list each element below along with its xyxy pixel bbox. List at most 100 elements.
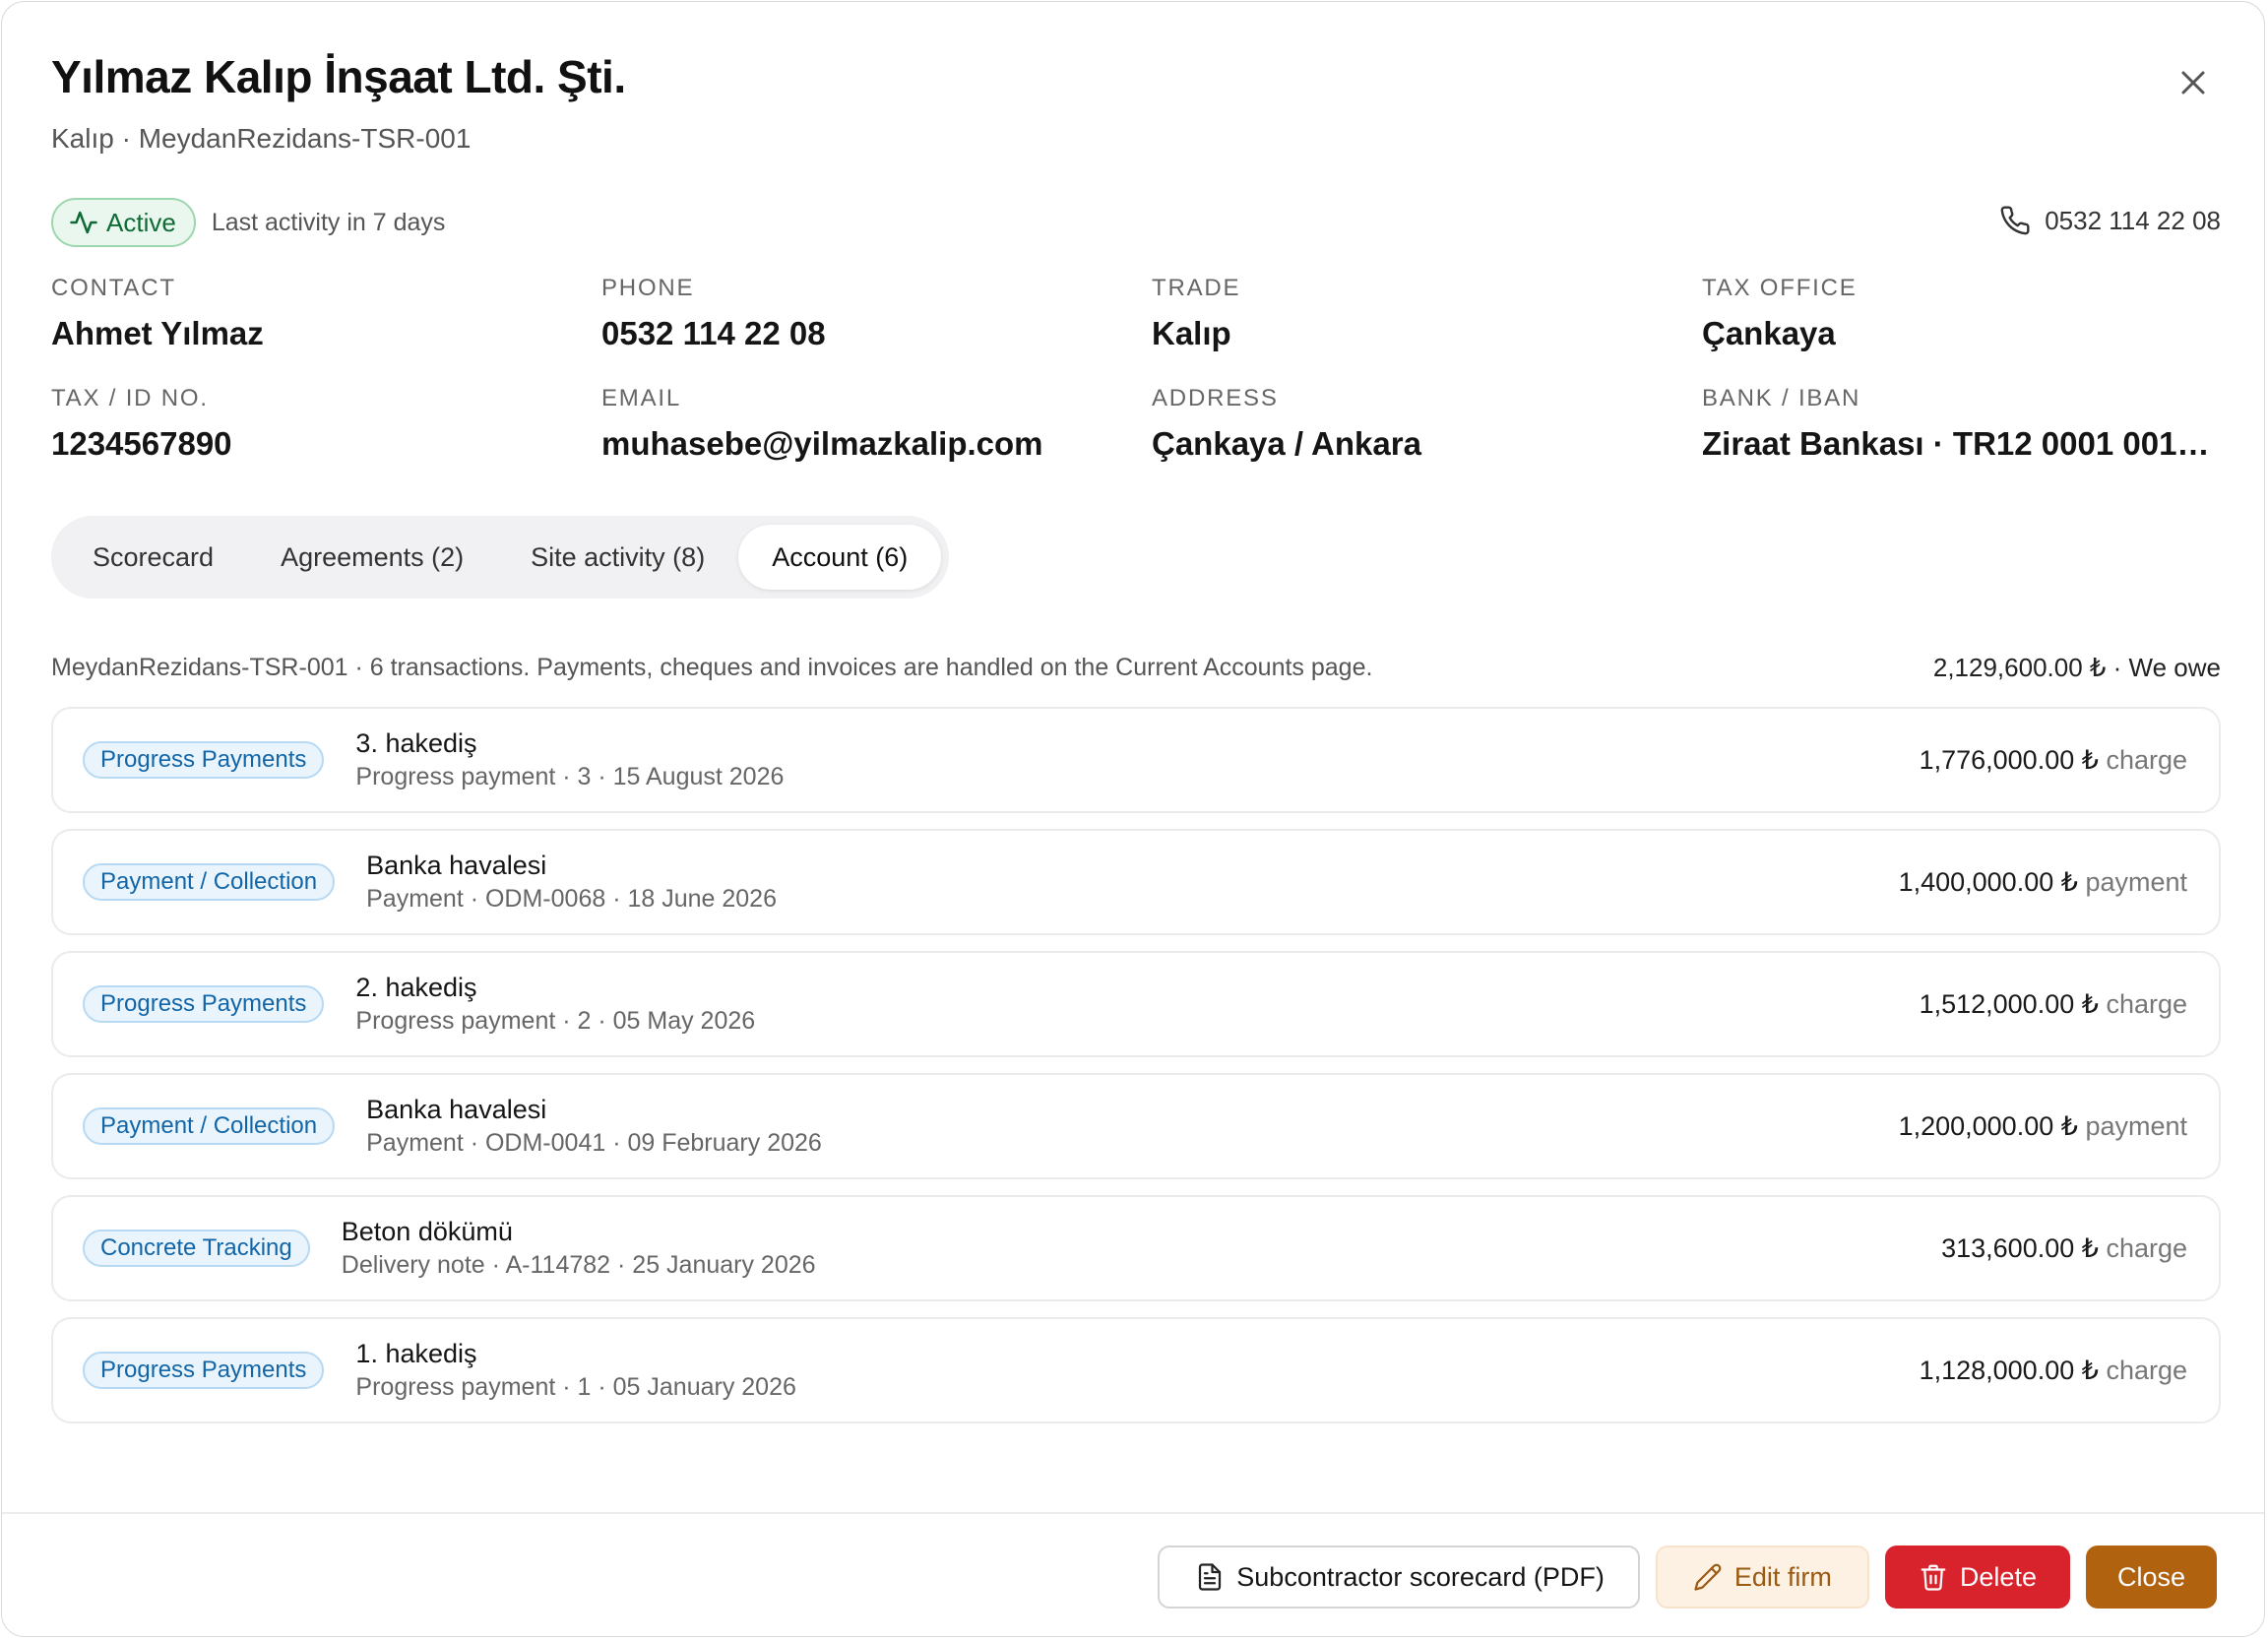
- info-contact: CONTACT Ahmet Yılmaz: [51, 274, 601, 352]
- transaction-list: Progress Payments 3. hakediş Progress pa…: [51, 707, 2221, 1423]
- info-value: muhasebe@yilmazkalip.com: [601, 425, 1043, 462]
- transaction-row[interactable]: Progress Payments 3. hakediş Progress pa…: [51, 707, 2221, 813]
- footer-actions: Subcontractor scorecard (PDF) Edit firm …: [1158, 1546, 2217, 1609]
- amount-value: 313,600.00 ₺: [1941, 1233, 2099, 1263]
- delete-button[interactable]: Delete: [1884, 1546, 2070, 1609]
- tab-scorecard[interactable]: Scorecard: [59, 525, 247, 590]
- info-bank-iban: BANK / IBAN Ziraat Bankası · TR12 0001 0…: [1702, 384, 2221, 463]
- transaction-body: Banka havalesi Payment · ODM-0068 · 18 J…: [366, 849, 777, 915]
- firm-info-grid: CONTACT Ahmet Yılmaz PHONE 0532 114 22 0…: [51, 274, 2221, 463]
- info-phone: PHONE 0532 114 22 08: [601, 274, 1152, 352]
- transaction-amount: 1,200,000.00 ₺ payment: [1899, 1075, 2187, 1177]
- info-address: ADDRESS Çankaya / Ankara: [1152, 384, 1702, 463]
- close-button[interactable]: Close: [2085, 1546, 2217, 1609]
- transaction-tag: Progress Payments: [83, 985, 325, 1023]
- amount-value: 1,128,000.00 ₺: [1919, 1356, 2099, 1385]
- info-tax-office: TAX OFFICE Çankaya: [1702, 274, 2221, 352]
- amount-kind: payment: [2085, 1111, 2187, 1141]
- info-label: EMAIL: [601, 385, 682, 411]
- phone-link-label: 0532 114 22 08: [2045, 205, 2221, 235]
- transaction-body: 3. hakediş Progress payment · 3 · 15 Aug…: [355, 726, 784, 793]
- edit-firm-label: Edit firm: [1733, 1561, 1832, 1592]
- transaction-amount: 313,600.00 ₺ charge: [1941, 1197, 2187, 1299]
- info-value: 0532 114 22 08: [601, 315, 826, 351]
- info-email: EMAIL muhasebe@yilmazkalip.com: [601, 384, 1152, 463]
- phone-icon: [2000, 206, 2030, 235]
- transaction-detail: Delivery note · A-114782 · 25 January 20…: [341, 1251, 816, 1279]
- transaction-amount: 1,512,000.00 ₺ charge: [1920, 953, 2187, 1055]
- amount-kind: charge: [2106, 989, 2187, 1019]
- transaction-row[interactable]: Payment / Collection Banka havalesi Paym…: [51, 1073, 2221, 1179]
- amount-kind: charge: [2106, 1356, 2187, 1385]
- info-label: ADDRESS: [1152, 385, 1279, 411]
- info-value: Kalıp: [1152, 315, 1231, 351]
- document-icon: [1199, 1563, 1222, 1591]
- info-label: PHONE: [601, 275, 695, 301]
- transaction-body: Beton dökümü Delivery note · A-114782 · …: [342, 1215, 816, 1282]
- amount-value: 1,512,000.00 ₺: [1919, 989, 2099, 1019]
- transaction-tag: Progress Payments: [83, 741, 325, 779]
- transaction-amount: 1,128,000.00 ₺ charge: [1920, 1319, 2187, 1421]
- last-activity: Last activity in 7 days: [211, 208, 446, 236]
- account-balance: 2,129,600.00 ₺ · We owe: [1932, 653, 2221, 682]
- close-icon[interactable]: [2174, 63, 2213, 102]
- info-value: Ahmet Yılmaz: [51, 315, 264, 351]
- info-value: Çankaya: [1702, 315, 1836, 351]
- trash-icon: [1921, 1564, 1946, 1591]
- status-row: Active Last activity in 7 days 0532 114 …: [51, 197, 2221, 248]
- transaction-body: 2. hakediş Progress payment · 2 · 05 May…: [355, 971, 755, 1038]
- tab-agreements[interactable]: Agreements (2): [247, 525, 497, 590]
- info-trade: TRADE Kalıp: [1152, 274, 1702, 352]
- amount-value: 1,776,000.00 ₺: [1919, 745, 2099, 775]
- transaction-detail: Payment · ODM-0041 · 09 February 2026: [366, 1129, 822, 1157]
- transaction-tag: Progress Payments: [83, 1352, 325, 1389]
- transaction-tag: Payment / Collection: [83, 863, 336, 901]
- transaction-amount: 1,400,000.00 ₺ payment: [1899, 831, 2187, 933]
- transaction-body: 1. hakediş Progress payment · 1 · 05 Jan…: [355, 1337, 795, 1404]
- info-label: TAX OFFICE: [1702, 275, 1858, 301]
- account-summary: MeydanRezidans-TSR-001 · 6 transactions.…: [51, 650, 2221, 685]
- status-badge-label: Active: [106, 207, 176, 237]
- account-summary-text: MeydanRezidans-TSR-001 · 6 transactions.…: [51, 654, 1373, 681]
- activity-icon: [70, 211, 97, 234]
- transaction-detail: Progress payment · 1 · 05 January 2026: [355, 1373, 796, 1401]
- transaction-tag: Concrete Tracking: [83, 1230, 310, 1267]
- transaction-row[interactable]: Payment / Collection Banka havalesi Paym…: [51, 829, 2221, 935]
- info-tax-id: TAX / ID NO. 1234567890: [51, 384, 601, 463]
- phone-link[interactable]: 0532 114 22 08: [1999, 205, 2221, 236]
- transaction-row[interactable]: Progress Payments 1. hakediş Progress pa…: [51, 1317, 2221, 1423]
- transaction-body: Banka havalesi Payment · ODM-0041 · 09 F…: [366, 1093, 822, 1160]
- info-value: Ziraat Bankası · TR12 0001 0012 ...: [1702, 425, 2221, 462]
- dialog-content: Yılmaz Kalıp İnşaat Ltd. Şti. Kalıp · Me…: [51, 45, 2221, 1439]
- detail-tabs: Scorecard Agreements (2) Site activity (…: [51, 516, 950, 599]
- transaction-title: 2. hakediş: [355, 973, 477, 1002]
- dialog-footer: Subcontractor scorecard (PDF) Edit firm …: [2, 1512, 2264, 1636]
- firm-detail-dialog: Yılmaz Kalıp İnşaat Ltd. Şti. Kalıp · Me…: [1, 1, 2265, 1637]
- transaction-title: Banka havalesi: [366, 1095, 547, 1124]
- info-label: BANK / IBAN: [1702, 385, 1861, 411]
- transaction-tag: Payment / Collection: [83, 1107, 336, 1145]
- transaction-title: 1. hakediş: [355, 1339, 477, 1368]
- transaction-row[interactable]: Concrete Tracking Beton dökümü Delivery …: [51, 1195, 2221, 1301]
- amount-value: 1,400,000.00 ₺: [1898, 867, 2078, 897]
- amount-kind: charge: [2106, 745, 2187, 775]
- info-value: Çankaya / Ankara: [1152, 425, 1421, 462]
- delete-label: Delete: [1959, 1561, 2037, 1592]
- transaction-detail: Payment · ODM-0068 · 18 June 2026: [366, 885, 777, 913]
- info-label: CONTACT: [51, 275, 176, 301]
- tab-site-activity[interactable]: Site activity (8): [497, 525, 738, 590]
- transaction-detail: Progress payment · 2 · 05 May 2026: [355, 1007, 756, 1035]
- info-label: TRADE: [1152, 275, 1241, 301]
- status-badge: Active: [51, 198, 196, 247]
- firm-subtitle: Kalıp · MeydanRezidans-TSR-001: [51, 123, 472, 154]
- transaction-amount: 1,776,000.00 ₺ charge: [1920, 709, 2187, 811]
- transaction-row[interactable]: Progress Payments 2. hakediş Progress pa…: [51, 951, 2221, 1057]
- tab-account[interactable]: Account (6): [738, 525, 942, 590]
- transaction-title: Banka havalesi: [366, 851, 547, 880]
- firm-title: Yılmaz Kalıp İnşaat Ltd. Şti.: [51, 51, 626, 102]
- edit-firm-button[interactable]: Edit firm: [1655, 1546, 1869, 1609]
- info-value: 1234567890: [51, 425, 232, 462]
- scorecard-pdf-button[interactable]: Subcontractor scorecard (PDF): [1158, 1546, 1640, 1609]
- pencil-icon: [1694, 1563, 1722, 1591]
- transaction-title: 3. hakediş: [355, 728, 477, 758]
